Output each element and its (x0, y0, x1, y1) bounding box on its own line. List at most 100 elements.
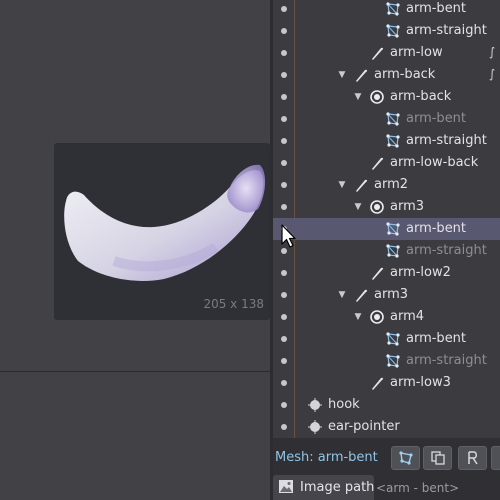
visibility-dot[interactable] (281, 50, 287, 56)
tree-row[interactable]: arm-bent (273, 108, 500, 130)
mesh-icon (385, 243, 401, 259)
tree-row-label: arm-straight (406, 23, 487, 38)
visibility-dot[interactable] (281, 314, 287, 320)
image-path-tab[interactable]: Image path (273, 475, 374, 500)
tree-row-label: arm3 (374, 287, 409, 302)
mesh-icon (385, 353, 401, 369)
tree-row[interactable]: arm-low3 (273, 372, 500, 394)
tree-row[interactable]: arm-straight (273, 350, 500, 372)
visibility-dot[interactable] (281, 358, 287, 364)
tree-row[interactable]: arm-low2 (273, 262, 500, 284)
copy-mesh-button[interactable] (423, 446, 452, 470)
slot-icon (369, 199, 385, 215)
visibility-dot[interactable] (281, 182, 287, 188)
mesh-icon (385, 331, 401, 347)
expand-arrow-icon[interactable]: ▼ (352, 310, 364, 324)
point-icon (307, 419, 323, 435)
tree-row-label: arm-low (390, 45, 443, 60)
bone-icon (369, 155, 385, 171)
tree-row-label: ear-pointer (328, 419, 400, 434)
tree-row-label: arm-bent (406, 221, 467, 236)
tree-row[interactable]: ▼ arm-back ∫ (273, 64, 500, 86)
image-path-field[interactable]: <arm - bent> (376, 477, 500, 500)
tree-row-label: arm-bent (406, 331, 467, 346)
tree-row-label: arm-straight (406, 243, 487, 258)
tree-row[interactable]: arm-straight (273, 130, 500, 152)
viewport-axis-line (0, 371, 270, 372)
visibility-dot[interactable] (281, 116, 287, 122)
tree-row[interactable]: ▼ arm4 (273, 306, 500, 328)
tree-row-label: arm-low2 (390, 265, 451, 280)
bone-icon (369, 375, 385, 391)
expand-arrow-icon[interactable]: ▼ (352, 90, 364, 104)
mesh-edit-button[interactable] (391, 446, 420, 470)
tree-row[interactable]: arm-bent (273, 328, 500, 350)
mesh-name-label: Mesh: arm-bent (275, 450, 378, 465)
tree-row-label: arm-low3 (390, 375, 451, 390)
visibility-dot[interactable] (281, 424, 287, 430)
visibility-dot[interactable] (281, 28, 287, 34)
tree-row-label: hook (328, 397, 360, 412)
mesh-icon (385, 111, 401, 127)
visibility-dot[interactable] (281, 204, 287, 210)
tree-row[interactable]: ▼ arm3 (273, 196, 500, 218)
expand-arrow-icon[interactable]: ▼ (336, 178, 348, 192)
image-size-label: 205 x 138 (203, 297, 264, 311)
point-icon (307, 397, 323, 413)
reference-icon (467, 451, 478, 465)
visibility-dot[interactable] (281, 402, 287, 408)
bone-icon (369, 45, 385, 61)
mesh-icon (385, 23, 401, 39)
tree-row-label: arm-straight (406, 353, 487, 368)
visibility-dot[interactable] (281, 270, 287, 276)
bone-icon (353, 287, 369, 303)
tree-row[interactable]: ▼ arm-back (273, 86, 500, 108)
constraint-icon: ∫ (489, 67, 496, 81)
image-icon (279, 480, 293, 493)
tree-row[interactable]: arm-straight (273, 20, 500, 42)
mesh-icon (385, 221, 401, 237)
visibility-dot[interactable] (281, 72, 287, 78)
visibility-dot[interactable] (281, 160, 287, 166)
bone-icon (353, 67, 369, 83)
mesh-icon (385, 133, 401, 149)
copy-icon (430, 451, 445, 465)
expand-arrow-icon[interactable]: ▼ (336, 288, 348, 302)
viewport[interactable]: 205 x 138 (0, 0, 270, 500)
tree-row-label: arm-bent (406, 111, 467, 126)
reference-button[interactable] (458, 446, 487, 470)
visibility-dot[interactable] (281, 380, 287, 386)
bone-icon (353, 177, 369, 193)
image-preview-tooltip: 205 x 138 (54, 143, 270, 320)
visibility-dot[interactable] (281, 94, 287, 100)
properties-panel: Mesh: arm-bent Image path <arm - bent> (273, 438, 500, 500)
tree-row[interactable]: ear-pointer (273, 416, 500, 438)
tree-row-label: arm4 (390, 309, 425, 324)
constraint-icon: ∫ (489, 45, 496, 59)
expand-arrow-icon[interactable]: ▼ (352, 200, 364, 214)
tree-row[interactable]: arm-low ∫ (273, 42, 500, 64)
visibility-dot[interactable] (281, 336, 287, 342)
tree-row-label: arm-bent (406, 1, 467, 16)
tree-row[interactable]: arm-bent (273, 218, 500, 240)
bone-icon (369, 265, 385, 281)
expand-arrow-icon[interactable]: ▼ (336, 68, 348, 82)
tree-row[interactable]: ▼ arm2 (273, 174, 500, 196)
tree-row-label: arm-low-back (390, 155, 479, 170)
tree-row-label: arm-back (374, 67, 436, 82)
tree-row[interactable]: ▼ arm3 (273, 284, 500, 306)
tree-row[interactable]: arm-straight (273, 240, 500, 262)
tree-row[interactable]: arm-bent (273, 0, 500, 20)
tree-row[interactable]: hook (273, 394, 500, 416)
tree-row[interactable]: arm-low-back (273, 152, 500, 174)
more-tools-button[interactable] (491, 446, 500, 470)
visibility-dot[interactable] (281, 292, 287, 298)
tree-row-label: arm-back (390, 89, 452, 104)
mouse-cursor-icon (281, 224, 296, 248)
hierarchy-tree[interactable]: arm-bent arm-straight arm-low ∫ ▼ arm-back ∫ ▼ a… (273, 0, 500, 438)
visibility-dot[interactable] (281, 6, 287, 12)
tree-row-label: arm3 (390, 199, 425, 214)
arm-image-thumbnail (64, 164, 266, 281)
visibility-dot[interactable] (281, 138, 287, 144)
slot-icon (369, 309, 385, 325)
